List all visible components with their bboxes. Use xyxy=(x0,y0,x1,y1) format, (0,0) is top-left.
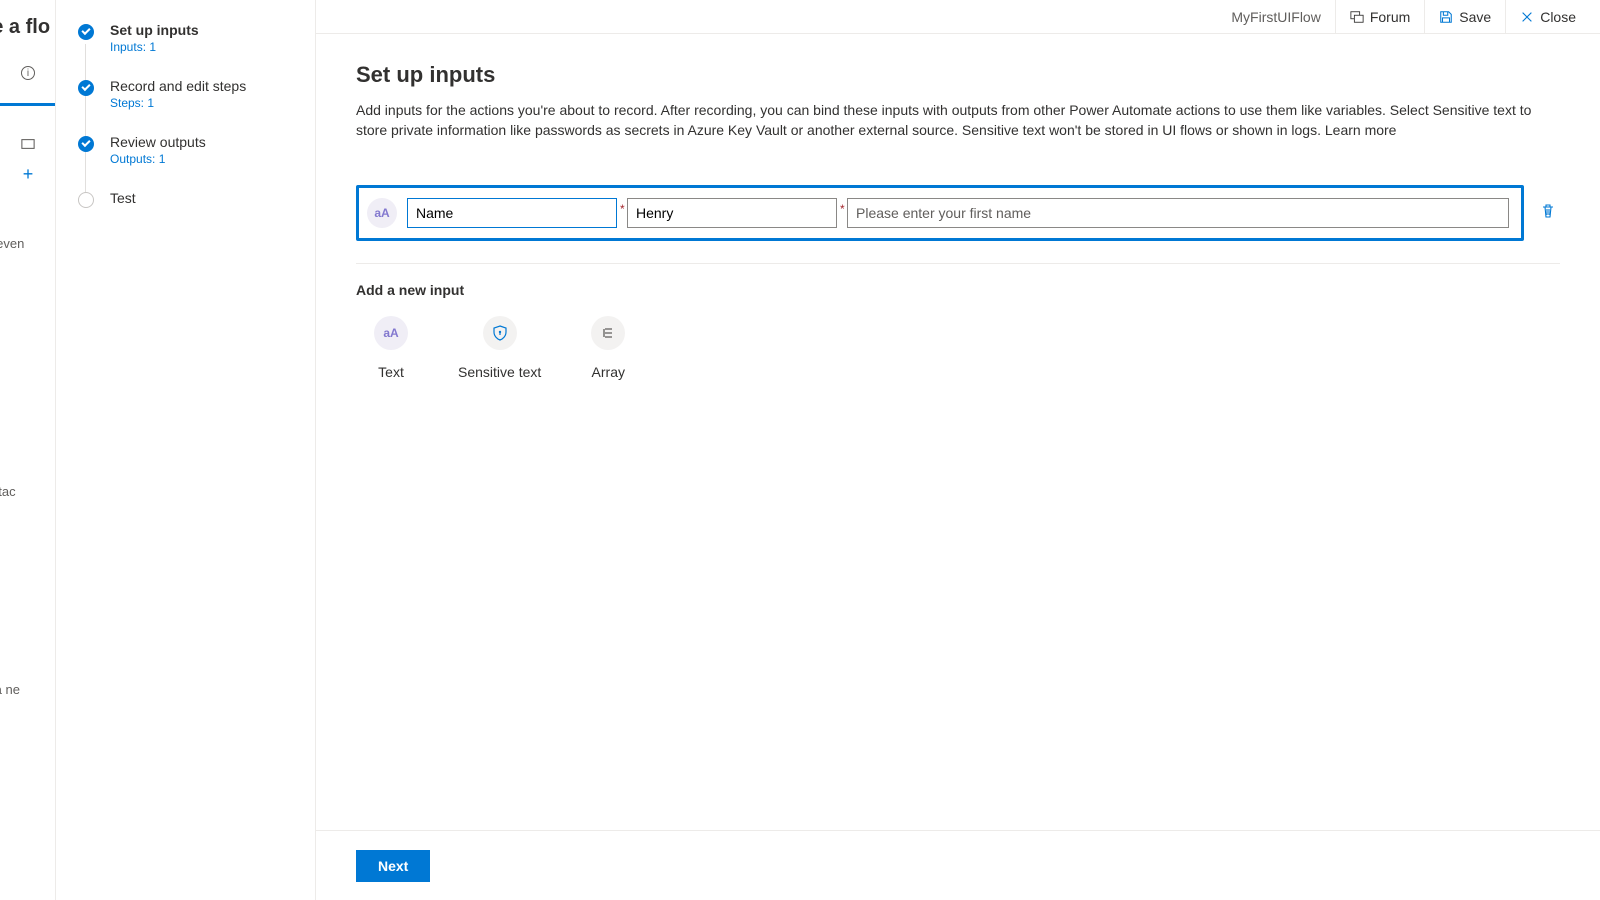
forum-label: Forum xyxy=(1370,9,1410,25)
wizard-step-sub: Outputs: 1 xyxy=(110,152,297,166)
input-name-field[interactable] xyxy=(407,198,617,228)
required-icon: * xyxy=(840,202,845,216)
wizard-step-label: Record and edit steps xyxy=(110,78,297,94)
input-description-field[interactable] xyxy=(847,198,1509,228)
type-label: Array xyxy=(592,364,625,380)
wizard-step-sub: Inputs: 1 xyxy=(110,40,297,54)
input-sample-field[interactable] xyxy=(627,198,837,228)
text-type-icon: aA xyxy=(367,198,397,228)
footer-bar: Next xyxy=(316,830,1600,900)
add-sensitive-text-input[interactable]: Sensitive text xyxy=(458,316,541,380)
add-text-input[interactable]: aA Text xyxy=(374,316,408,380)
flow-name: MyFirstUIFlow xyxy=(1217,9,1334,25)
learn-more-link[interactable]: Learn more xyxy=(1325,122,1397,138)
save-icon xyxy=(1439,10,1453,24)
partial-text: mail attac xyxy=(0,484,16,499)
main-content: Set up inputs Add inputs for the actions… xyxy=(316,34,1600,900)
info-icon: i xyxy=(0,63,56,80)
plus-icon[interactable]: + xyxy=(0,164,56,185)
check-icon xyxy=(78,80,94,96)
input-row: aA * * xyxy=(356,185,1524,241)
close-label: Close xyxy=(1540,9,1576,25)
type-label: Text xyxy=(378,364,404,380)
divider xyxy=(356,263,1560,264)
close-icon xyxy=(1520,10,1534,24)
partial-text: nated even xyxy=(0,236,24,251)
save-button[interactable]: Save xyxy=(1424,0,1505,34)
close-button[interactable]: Close xyxy=(1505,0,1590,34)
page-title: Set up inputs xyxy=(356,62,1560,88)
delete-input-button[interactable] xyxy=(1536,199,1560,226)
input-type-row: aA Text Sensitive text Array xyxy=(356,316,1560,380)
text-icon: aA xyxy=(374,316,408,350)
add-input-label: Add a new input xyxy=(356,282,1560,298)
progress-bar-fragment xyxy=(0,103,56,106)
save-label: Save xyxy=(1459,9,1491,25)
check-icon xyxy=(78,24,94,40)
type-label: Sensitive text xyxy=(458,364,541,380)
circle-icon xyxy=(78,192,94,208)
next-button[interactable]: Next xyxy=(356,850,430,882)
required-icon: * xyxy=(620,202,625,216)
top-bar: MyFirstUIFlow Forum Save Close xyxy=(316,0,1600,34)
wizard-step-sub: Steps: 1 xyxy=(110,96,297,110)
wizard-step-label: Review outputs xyxy=(110,134,297,150)
wizard-nav: Set up inputs Inputs: 1 Record and edit … xyxy=(56,0,316,900)
wizard-step-test[interactable]: Test xyxy=(78,190,297,206)
box-icon xyxy=(0,137,56,154)
left-partial-sidebar: ake a flo i + nated even ate i e work ma… xyxy=(0,0,56,900)
wizard-step-label: Test xyxy=(110,190,297,206)
page-description: Add inputs for the actions you're about … xyxy=(356,100,1536,141)
partial-text: email a ne xyxy=(0,682,20,697)
wizard-step-label: Set up inputs xyxy=(110,22,297,38)
check-icon xyxy=(78,136,94,152)
add-array-input[interactable]: Array xyxy=(591,316,625,380)
forum-icon xyxy=(1350,10,1364,24)
forum-button[interactable]: Forum xyxy=(1335,0,1424,34)
partial-title: ake a flo xyxy=(0,16,50,39)
shield-icon xyxy=(483,316,517,350)
list-icon xyxy=(591,316,625,350)
wizard-step-setup-inputs[interactable]: Set up inputs Inputs: 1 xyxy=(78,22,297,54)
wizard-step-record[interactable]: Record and edit steps Steps: 1 xyxy=(78,78,297,110)
wizard-step-review[interactable]: Review outputs Outputs: 1 xyxy=(78,134,297,166)
